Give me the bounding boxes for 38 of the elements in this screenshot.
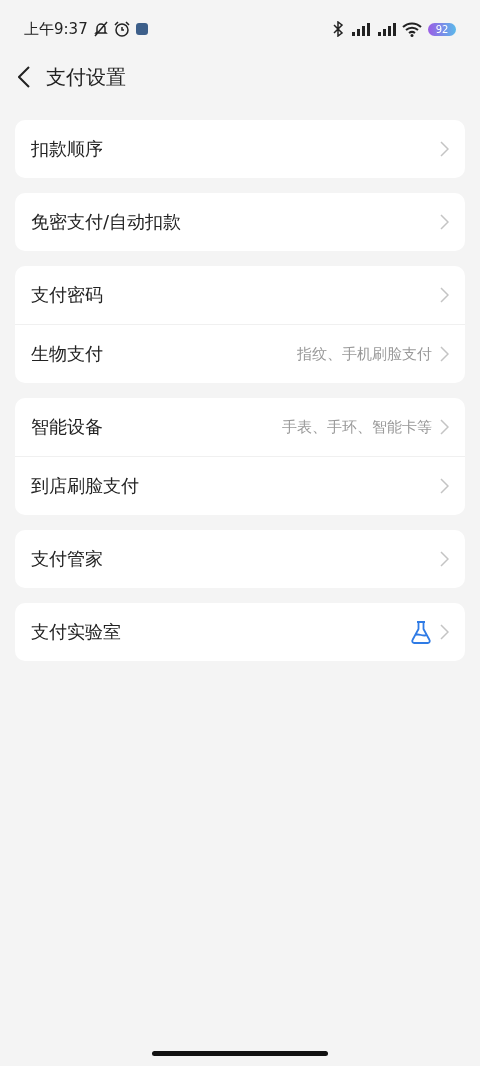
item-label: 生物支付 — [31, 342, 104, 366]
signal-icon — [376, 22, 396, 36]
settings-item[interactable]: 生物支付 指纹、手机刷脸支付 — [15, 324, 465, 383]
item-label: 免密支付/自动扣款 — [31, 210, 183, 234]
item-label: 扣款顺序 — [31, 137, 104, 161]
chevron-icon — [440, 478, 449, 494]
status-time: 上午9:37 — [24, 19, 88, 39]
settings-item[interactable]: 免密支付/自动扣款 — [15, 193, 465, 251]
item-value: 指纹、手机刷脸支付 — [297, 344, 432, 364]
chevron-icon — [440, 419, 449, 435]
settings-item[interactable]: 智能设备 手表、手环、智能卡等 — [15, 398, 465, 456]
settings-item[interactable]: 扣款顺序 — [15, 120, 465, 178]
wifi-icon — [402, 21, 422, 37]
back-icon[interactable] — [18, 66, 30, 88]
alarm-icon — [113, 21, 130, 37]
item-value: 手表、手环、智能卡等 — [282, 417, 432, 437]
bluetooth-icon — [332, 21, 344, 37]
item-label: 支付管家 — [31, 547, 104, 571]
chevron-icon — [440, 346, 449, 362]
chevron-icon — [440, 287, 449, 303]
flask-icon — [410, 620, 432, 644]
app-icon — [135, 23, 148, 35]
chevron-icon — [440, 141, 449, 157]
chevron-icon — [440, 551, 449, 567]
chevron-icon — [440, 624, 449, 640]
settings-item[interactable]: 支付管家 — [15, 530, 465, 588]
settings-item[interactable]: 到店刷脸支付 — [15, 456, 465, 515]
item-label: 到店刷脸支付 — [31, 474, 140, 498]
item-label: 智能设备 — [31, 415, 104, 439]
item-label: 支付实验室 — [31, 620, 122, 644]
settings-item[interactable]: 支付密码 — [15, 266, 465, 324]
bell-off-icon — [93, 21, 108, 37]
signal-icon — [350, 22, 370, 36]
settings-item[interactable]: 支付实验室 — [15, 603, 465, 661]
battery-level: 92 — [428, 22, 456, 36]
chevron-icon — [440, 214, 449, 230]
item-label: 支付密码 — [31, 283, 104, 307]
page-title: 支付设置 — [46, 63, 126, 91]
